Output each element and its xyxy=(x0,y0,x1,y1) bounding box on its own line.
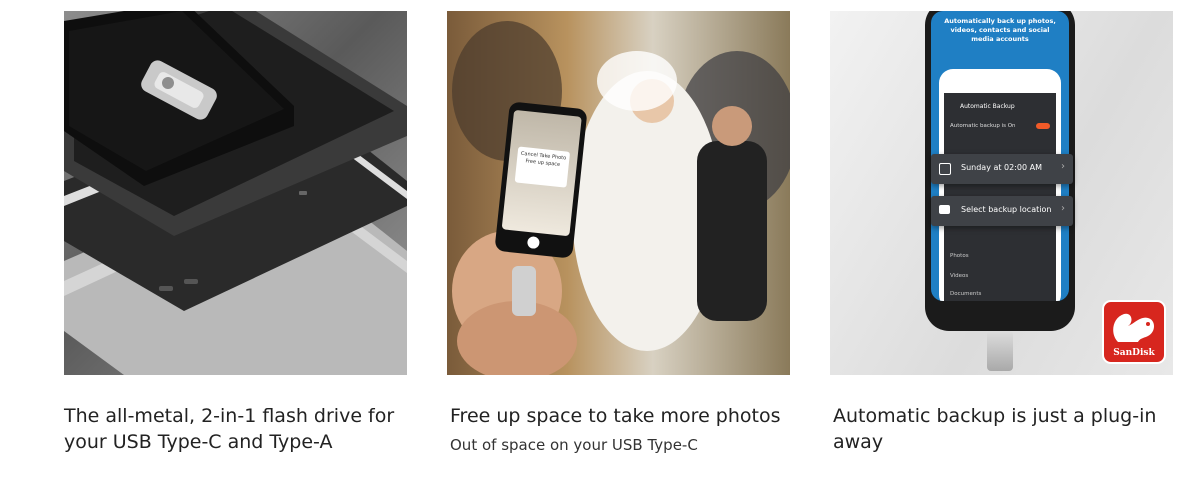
card-3-caption-text: Automatic backup is just a plug-in away xyxy=(833,405,1157,453)
squirrel-icon xyxy=(1113,313,1154,342)
chevron-right-icon: › xyxy=(1061,161,1065,172)
list-item: Photos xyxy=(950,253,969,259)
wedding-scene-illustration xyxy=(452,21,790,375)
card-3-caption: Automatic backup is just a plug-in away xyxy=(833,403,1178,455)
sandisk-logo: SanDisk xyxy=(1102,300,1166,364)
backup-location-row[interactable]: Select backup location › xyxy=(931,196,1073,226)
sandisk-logo-text: SanDisk xyxy=(1113,348,1155,358)
card-2-subcaption: Out of space on your USB Type-C xyxy=(450,436,698,454)
schedule-row-label: Sunday at 02:00 AM xyxy=(961,163,1043,172)
phone-dialog: Cancel Take Photo Free up space xyxy=(514,146,571,188)
product-card-1: The all-metal, 2-in-1 flash drive for yo… xyxy=(64,11,407,453)
backup-location-label: Select backup location xyxy=(961,205,1052,214)
card-2-caption-text: Free up space to take more photos xyxy=(450,405,781,427)
chevron-right-icon: › xyxy=(1061,203,1065,214)
stacked-devices-illustration xyxy=(64,11,407,375)
backup-toggle-label: Automatic backup is On xyxy=(950,123,1016,129)
card-2-caption: Free up space to take more photos Out of… xyxy=(450,403,795,455)
phone-device: Cancel Take Photo Free up space xyxy=(494,101,588,259)
app-title: Automatic Backup xyxy=(960,103,1015,110)
backup-banner-text: Automatically back up photos, videos, co… xyxy=(944,17,1056,43)
schedule-row[interactable]: Sunday at 02:00 AM › xyxy=(931,154,1073,184)
card-1-caption: The all-metal, 2-in-1 flash drive for yo… xyxy=(64,403,409,455)
calendar-icon xyxy=(939,163,951,175)
wedding-photo-image: Cancel Take Photo Free up space xyxy=(447,11,790,375)
camera-icon xyxy=(939,205,950,214)
product-card-2: Cancel Take Photo Free up space Free up … xyxy=(447,11,790,454)
automatic-backup-phone-image: Automatically back up photos, videos, co… xyxy=(830,11,1173,375)
product-card-3: Automatically back up photos, videos, co… xyxy=(830,11,1173,453)
list-item: Documents xyxy=(950,291,982,297)
backup-toggle[interactable] xyxy=(1036,123,1050,129)
shutter-button-icon xyxy=(526,235,541,250)
card-1-caption-text: The all-metal, 2-in-1 flash drive for yo… xyxy=(64,405,395,453)
usb-c-connector xyxy=(987,331,1013,371)
phone-screen: Cancel Take Photo Free up space xyxy=(501,109,582,237)
inner-phone: Automatic Backup Automatic backup is On … xyxy=(939,69,1061,301)
flash-drive-tablets-image xyxy=(64,11,407,375)
list-item: Videos xyxy=(950,273,969,279)
